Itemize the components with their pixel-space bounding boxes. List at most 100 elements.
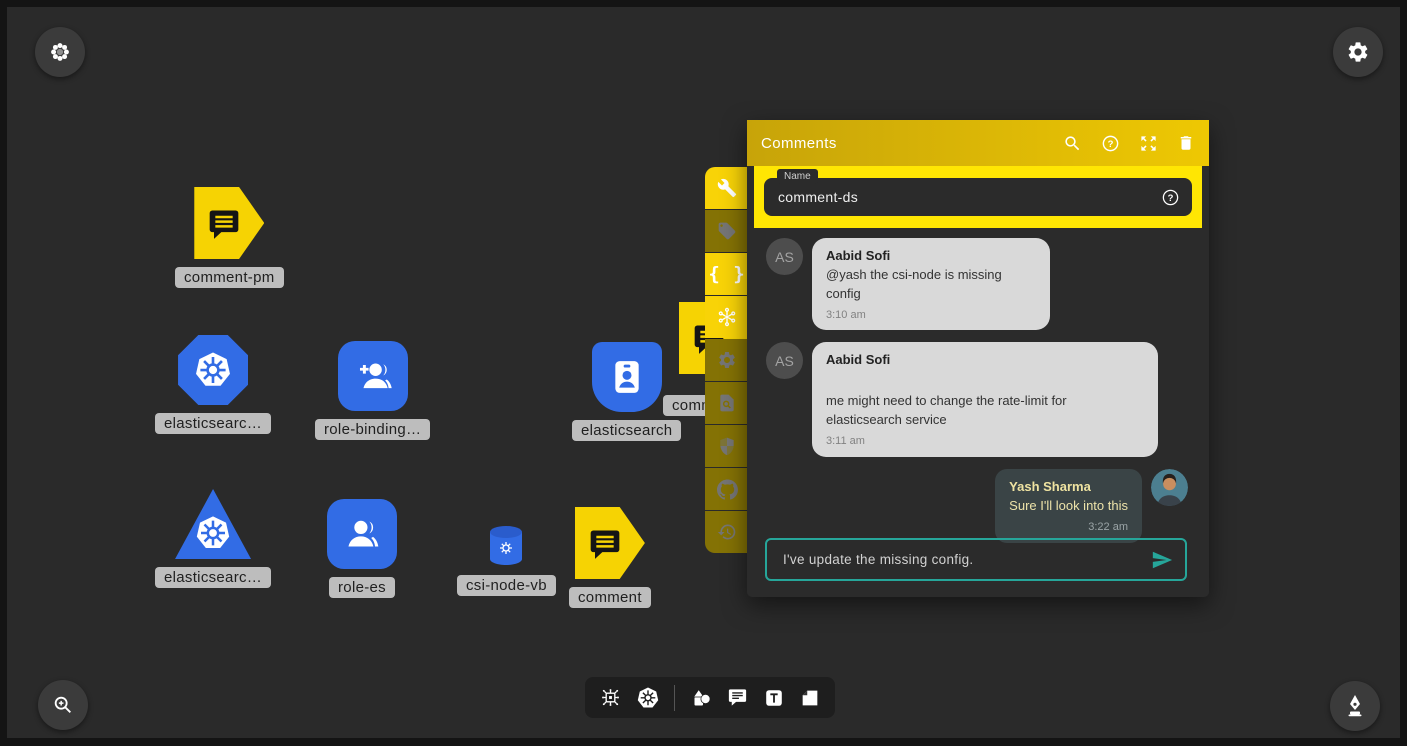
message-bubble: Yash Sharma Sure I'll look into this 3:2… <box>995 469 1142 543</box>
doc-search-icon <box>717 393 737 413</box>
expand-icon[interactable] <box>1139 134 1158 153</box>
wrench-icon <box>717 178 737 198</box>
node-comment-pm[interactable]: comment-pm <box>175 187 284 288</box>
role-shape[interactable] <box>327 499 397 569</box>
mesh-button[interactable] <box>705 296 749 338</box>
search-icon[interactable] <box>1063 134 1082 153</box>
settings-button[interactable] <box>1333 27 1383 77</box>
comment-bubble-icon <box>585 523 625 563</box>
tag-icon <box>717 221 737 241</box>
tag-button[interactable] <box>705 210 749 252</box>
history-icon <box>717 522 737 542</box>
comment-bubble-icon <box>204 203 244 243</box>
node-label: elasticsearc… <box>155 567 271 588</box>
message-row: Yash Sharma Sure I'll look into this 3:2… <box>747 469 1188 543</box>
message-time: 3:11 am <box>826 434 1144 450</box>
people-icon <box>340 512 384 556</box>
braces-button[interactable]: { } <box>705 253 749 295</box>
shield-button[interactable] <box>705 425 749 467</box>
toolbar-divider <box>674 685 675 711</box>
node-elasticsearch-triangle[interactable]: elasticsearc… <box>155 489 271 588</box>
kubernetes-icon <box>193 513 233 553</box>
comments-panel: Comments ? Name ? <box>747 120 1209 597</box>
pen-nib-icon <box>1343 694 1367 718</box>
node-comment[interactable]: comment <box>569 507 651 608</box>
message-time: 3:10 am <box>826 308 1036 324</box>
name-field-section: Name ? <box>754 166 1202 228</box>
node-label: role-es <box>329 577 395 598</box>
node-csi-node-vb[interactable]: csi-node-vb <box>457 525 556 596</box>
settings-button[interactable] <box>705 339 749 381</box>
message-bubble: Aabid Sofi me might need to change the r… <box>812 342 1158 456</box>
kubernetes-icon <box>192 349 234 391</box>
send-icon[interactable] <box>1151 549 1173 571</box>
text-icon-button[interactable] <box>763 687 785 709</box>
volume-cylinder-shape[interactable] <box>487 525 525 567</box>
name-field[interactable]: Name ? <box>764 178 1192 216</box>
comment-icon-button[interactable] <box>726 686 749 709</box>
comment-shape[interactable] <box>194 187 264 259</box>
zoom-button[interactable] <box>38 680 88 730</box>
messages-area[interactable]: AS Aabid Sofi @yash the csi-node is miss… <box>747 228 1209 597</box>
circuit-icon-button[interactable] <box>599 686 622 709</box>
message-text: me might need to change the rate-limit f… <box>826 392 1144 430</box>
kubernetes-icon <box>636 686 660 710</box>
gear-icon <box>717 350 737 370</box>
kubernetes-icon-button[interactable] <box>636 686 660 710</box>
message-row: AS Aabid Sofi me might need to change th… <box>766 342 1209 456</box>
message-time: 3:22 am <box>1009 520 1128 536</box>
avatar: AS <box>766 342 803 379</box>
comments-panel-header[interactable]: Comments ? <box>747 120 1209 166</box>
node-label: elasticsearc… <box>155 413 271 434</box>
delete-icon[interactable] <box>1177 134 1195 152</box>
field-help-icon[interactable]: ? <box>1161 188 1180 207</box>
message-author: Yash Sharma <box>1009 478 1128 497</box>
message-author: Aabid Sofi <box>826 351 1144 370</box>
node-label: elasticsearch <box>572 420 681 441</box>
shapes-icon <box>689 686 713 710</box>
node-elasticsearch-octagon[interactable]: elasticsearc… <box>155 335 271 434</box>
message-text: @yash the csi-node is missing config <box>826 266 1036 304</box>
zoom-in-icon <box>52 694 74 716</box>
node-role-es[interactable]: role-es <box>327 499 397 598</box>
flower-icon <box>49 41 71 63</box>
help-icon[interactable]: ? <box>1101 134 1120 153</box>
design-canvas[interactable]: comment-pm elasticsearc… role-bindin <box>7 7 1400 738</box>
node-role-binding[interactable]: role-binding… <box>315 341 430 440</box>
node-label: comment <box>569 587 651 608</box>
note-icon-button[interactable] <box>799 687 821 709</box>
service-account-shape[interactable] <box>592 342 662 412</box>
svg-text:?: ? <box>1168 192 1174 203</box>
avatar: AS <box>766 238 803 275</box>
svg-text:?: ? <box>1108 138 1114 149</box>
github-button[interactable] <box>705 468 749 510</box>
shield-icon <box>717 436 737 456</box>
circuit-icon <box>599 686 622 709</box>
add-people-icon <box>351 354 395 398</box>
note-icon <box>799 687 821 709</box>
doc-search-button[interactable] <box>705 382 749 424</box>
wrench-button[interactable] <box>705 167 749 209</box>
gear-icon <box>1346 40 1370 64</box>
comment-input[interactable] <box>781 551 1151 568</box>
panel-title: Comments <box>761 135 1063 152</box>
flower-menu-button[interactable] <box>35 27 85 77</box>
node-label: csi-node-vb <box>457 575 556 596</box>
message-bubble: Aabid Sofi @yash the csi-node is missing… <box>812 238 1050 330</box>
name-input[interactable] <box>776 188 1161 206</box>
history-button[interactable] <box>705 511 749 553</box>
id-badge-icon <box>607 357 647 397</box>
comment-shape[interactable] <box>575 507 645 579</box>
cylinder-icon <box>487 525 525 567</box>
shapes-icon-button[interactable] <box>689 686 713 710</box>
role-binding-shape[interactable] <box>338 341 408 411</box>
node-label: comment-pm <box>175 267 284 288</box>
kubernetes-shape[interactable] <box>175 489 251 559</box>
avatar-photo <box>1151 469 1188 506</box>
kubernetes-shape[interactable] <box>178 335 248 405</box>
shape-palette-toolbar <box>585 677 835 718</box>
node-elasticsearch-serviceaccount[interactable]: elasticsearch <box>572 342 681 441</box>
comment-input-box[interactable] <box>765 538 1187 581</box>
panel-header-actions: ? <box>1063 134 1195 153</box>
pen-tool-button[interactable] <box>1330 681 1380 731</box>
